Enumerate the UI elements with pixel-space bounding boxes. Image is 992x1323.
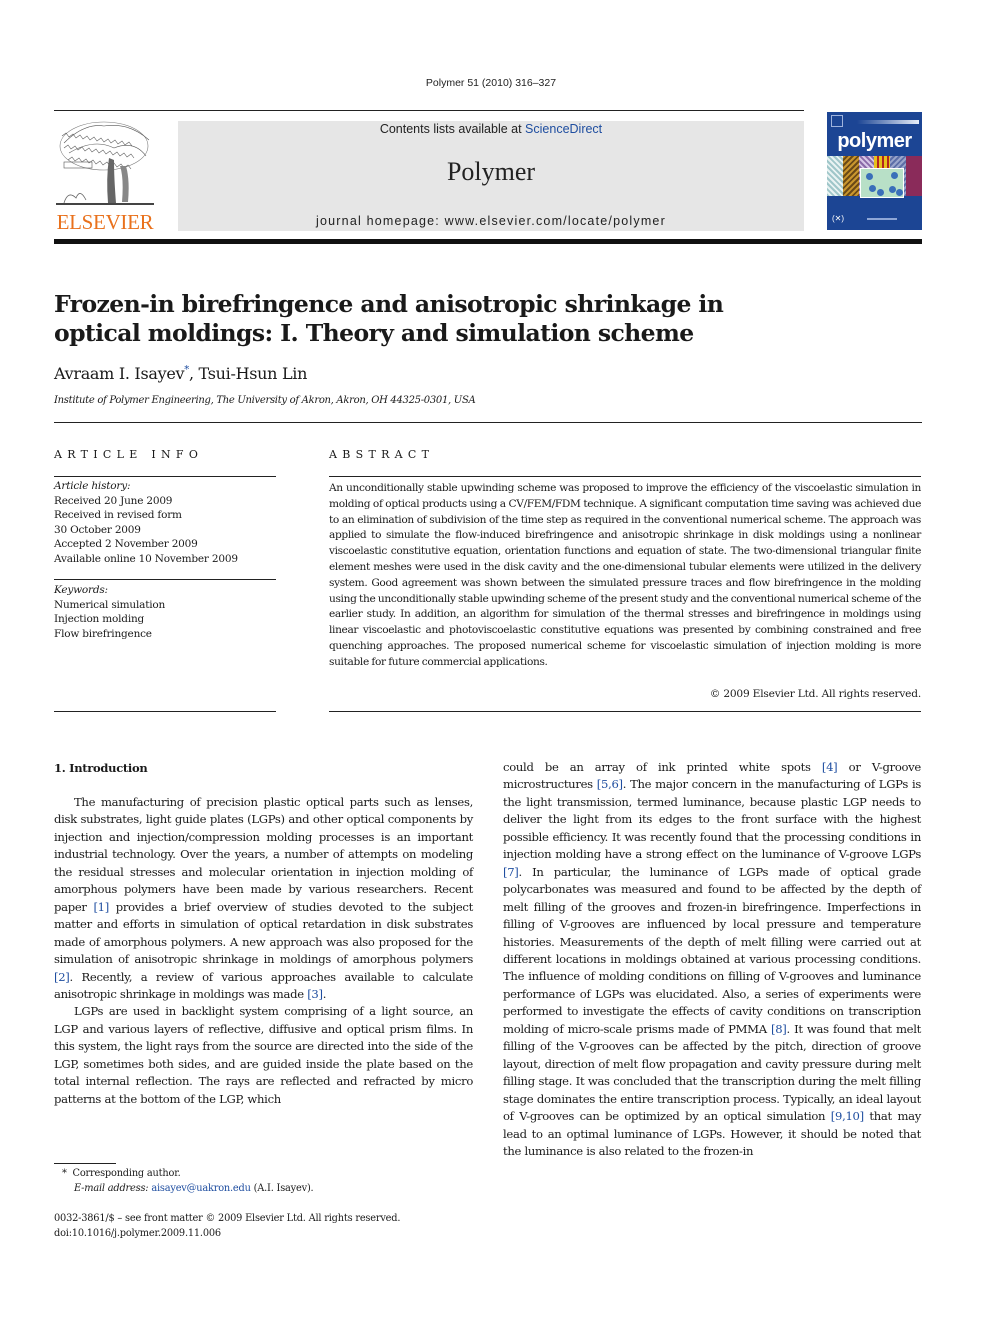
body-paragraph: LGPs are used in backlight system compri… [54, 1003, 473, 1108]
journal-name: Polymer [446, 157, 536, 186]
journal-cover[interactable]: polymer (✕) [827, 112, 922, 230]
introduction-heading: 1. Introduction [54, 761, 148, 775]
cover-band [857, 120, 919, 124]
article-history: Article history: Received 20 June 2009 R… [54, 479, 276, 566]
front-matter: 0032-3861/$ – see front matter © 2009 El… [54, 1212, 400, 1241]
footnote: * Corresponding author. E-mail address: … [62, 1166, 314, 1196]
journal-reference: Polymer 51 (2010) 316–327 [425, 77, 557, 89]
body-text: . Recently, a review of various approach… [54, 969, 473, 1001]
article-info-bottom-rule [54, 711, 276, 712]
sciencedirect-link[interactable]: ScienceDirect [525, 122, 602, 136]
cover-inset-image [860, 168, 904, 198]
keyword-item: Injection molding [54, 613, 145, 625]
author-list: Avraam I. Isayev*, Tsui-Hsun Lin [54, 364, 307, 383]
elsevier-wordmark: ELSEVIER [56, 210, 154, 234]
citation-link[interactable]: [2] [54, 970, 70, 984]
cover-title: polymer [837, 130, 912, 152]
masthead-thick-rule [54, 239, 922, 244]
cover-publisher-line [867, 218, 897, 220]
citation-link[interactable]: [9,10] [831, 1109, 864, 1123]
body-text: The manufacturing of precision plastic o… [54, 795, 473, 914]
doi[interactable]: doi:10.1016/j.polymer.2009.11.006 [54, 1227, 400, 1242]
body-text: could be an array of ink printed white s… [503, 760, 822, 774]
history-item: Received 20 June 2009 [54, 494, 173, 507]
abstract-rule [329, 476, 921, 477]
email-owner: (A.I. Isayev). [253, 1183, 314, 1194]
elsevier-tree-icon [56, 121, 154, 205]
citation-link[interactable]: [3] [307, 987, 323, 1001]
author-name[interactable]: Avraam I. Isayev [54, 364, 185, 383]
email-label: E-mail address: [74, 1183, 149, 1194]
article-info-rule [54, 476, 276, 477]
email-link[interactable]: aisayev@uakron.edu [151, 1183, 251, 1194]
footnote-rule [54, 1163, 116, 1164]
body-text: LGPs are used in backlight system compri… [54, 1004, 473, 1106]
citation-link[interactable]: [7] [503, 865, 519, 879]
body-text: . [322, 986, 327, 1001]
journal-masthead: Contents lists available at ScienceDirec… [178, 121, 804, 231]
footnote-star: * [62, 1168, 67, 1179]
keyword-item: Flow birefringence [54, 627, 152, 640]
history-item: Accepted 2 November 2009 [54, 538, 198, 550]
body-text: . It was found that melt filling of the … [503, 1021, 922, 1124]
citation-link[interactable]: [4] [822, 760, 838, 774]
corresponding-author-note: Corresponding author. [72, 1168, 181, 1179]
citation-link[interactable]: [8] [771, 1022, 787, 1036]
article-info-heading: ARTICLE INFO [54, 448, 204, 461]
abstract-bottom-rule [329, 711, 921, 712]
header-rule [54, 110, 804, 111]
body-text: . In particular, the luminance of LGPs m… [503, 864, 921, 1036]
journal-homepage[interactable]: journal homepage: www.elsevier.com/locat… [178, 214, 804, 228]
issn-line: 0032-3861/$ – see front matter © 2009 El… [54, 1213, 401, 1224]
history-item: 30 October 2009 [54, 523, 141, 536]
keyword-item: Numerical simulation [54, 598, 166, 611]
citation-link[interactable]: [5,6] [597, 777, 623, 791]
body-column-left: The manufacturing of precision plastic o… [54, 794, 473, 1108]
elsevier-logo[interactable]: ELSEVIER [54, 118, 156, 234]
keywords: Keywords: Numerical simulation Injection… [54, 583, 276, 641]
contents-prefix: Contents lists available at [379, 122, 526, 136]
article-title: Frozen-in birefringence and anisotropic … [54, 290, 724, 347]
keywords-label: Keywords: [54, 584, 108, 596]
cover-volume-box [831, 115, 843, 127]
abstract-copyright: © 2009 Elsevier Ltd. All rights reserved… [709, 688, 921, 700]
body-text: provides a brief overview of studies dev… [54, 899, 473, 967]
author-separator: , [188, 364, 199, 383]
history-item: Received in revised form [54, 509, 182, 521]
contents-line: Contents lists available at ScienceDirec… [178, 122, 804, 136]
body-paragraph: The manufacturing of precision plastic o… [54, 794, 473, 1003]
keywords-rule [54, 579, 276, 580]
abstract-heading: ABSTRACT [329, 448, 435, 461]
title-divider [54, 422, 922, 423]
abstract-text: An unconditionally stable upwinding sche… [329, 482, 921, 668]
citation-link[interactable]: [1] [93, 900, 109, 914]
body-paragraph: could be an array of ink printed white s… [503, 759, 921, 1160]
author-name[interactable]: Tsui-Hsun Lin [199, 364, 308, 383]
article-history-label: Article history: [54, 480, 131, 492]
cover-publisher-mark: (✕) [832, 214, 845, 223]
history-item: Available online 10 November 2009 [54, 552, 238, 565]
affiliation: Institute of Polymer Engineering, The Un… [54, 395, 476, 406]
body-column-right: could be an array of ink printed white s… [503, 759, 921, 1160]
